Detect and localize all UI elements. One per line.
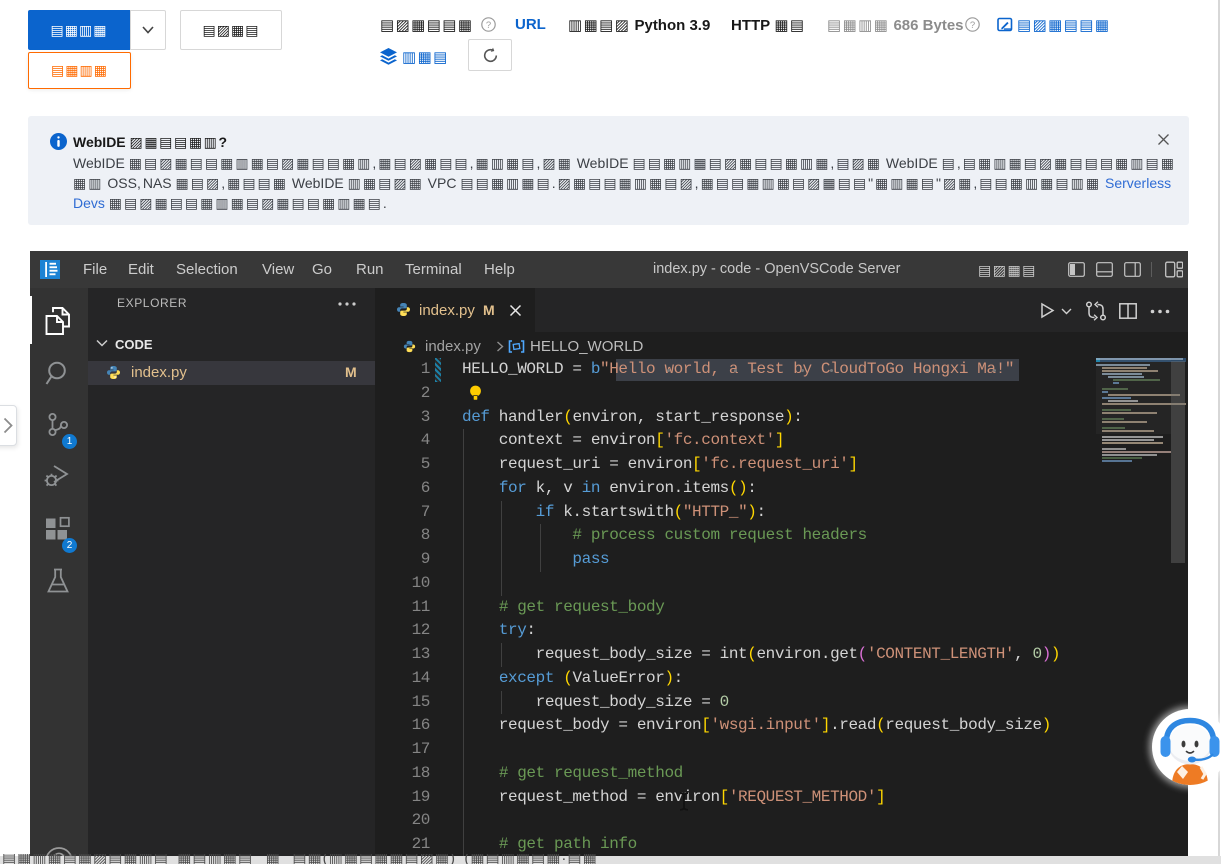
svg-text:?: ? [486,20,491,31]
svg-text:?: ? [970,20,975,31]
